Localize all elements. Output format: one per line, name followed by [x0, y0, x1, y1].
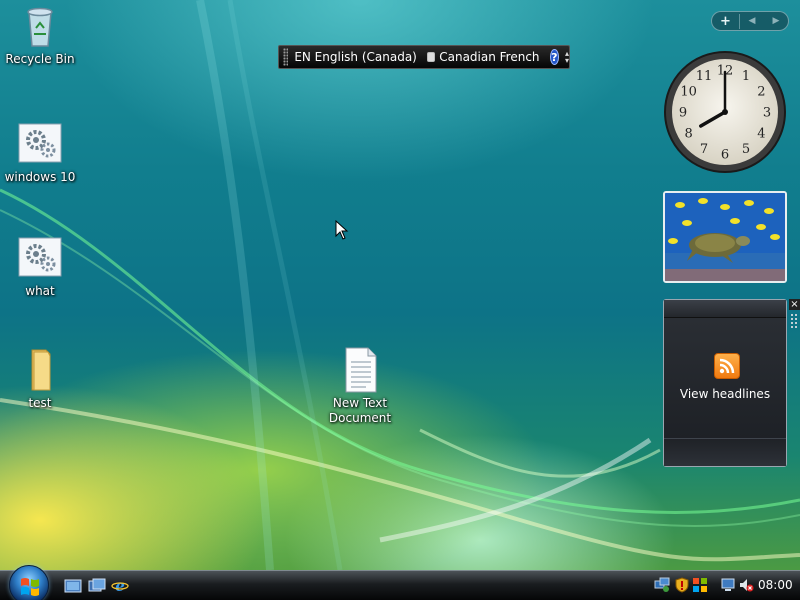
security-shield-icon[interactable] — [674, 577, 690, 593]
mouse-cursor-icon — [335, 220, 349, 240]
volume-muted-icon[interactable] — [738, 577, 754, 593]
feed-header — [664, 300, 786, 318]
desktop-icon-recycle-bin[interactable]: Recycle Bin — [0, 2, 80, 67]
clock-numeral: 2 — [757, 85, 765, 100]
rss-icon — [714, 353, 740, 379]
settings-shortcut-icon — [18, 123, 62, 163]
desktop-icon-label: what — [25, 284, 55, 298]
add-gadget-button[interactable]: + — [712, 13, 740, 29]
clock-numeral: 11 — [696, 69, 713, 84]
desktop[interactable]: Recycle Bin windows 10 what test New Tex… — [0, 0, 800, 570]
language-bar[interactable]: EN English (Canada) Canadian French ? ▴ ▾ — [278, 45, 570, 69]
desktop-icon-label: windows 10 — [4, 170, 76, 184]
clock-numeral: 10 — [680, 85, 697, 100]
recycle-bin-icon — [27, 7, 53, 47]
desktop-icon-test[interactable]: test — [0, 346, 80, 411]
feed-footer — [664, 438, 786, 466]
switch-windows-icon[interactable] — [88, 578, 106, 594]
sea-turtle-photo — [665, 193, 785, 281]
settings-shortcut-icon — [18, 237, 62, 277]
folder-icon — [31, 349, 51, 391]
clock-numeral: 6 — [721, 148, 729, 163]
sidebar-controls: + ◀ ▶ — [711, 11, 789, 31]
network-disconnected-icon[interactable] — [720, 577, 736, 593]
feed-headlines-gadget[interactable]: View headlines — [663, 299, 787, 467]
close-gadget-icon[interactable]: × — [789, 299, 800, 310]
desktop-icon-label: test — [28, 396, 52, 410]
drag-gadget-icon[interactable] — [790, 313, 798, 329]
view-headlines-link[interactable]: View headlines — [664, 387, 786, 401]
taskbar: e 08:00 — [0, 565, 800, 600]
clock-numeral: 4 — [757, 127, 765, 142]
next-gadgets-button[interactable]: ▶ — [764, 16, 788, 26]
system-tray: 08:00 — [648, 571, 800, 600]
internet-explorer-icon[interactable]: e — [111, 578, 129, 594]
taskbar-clock[interactable]: 08:00 — [758, 578, 793, 592]
text-document-icon — [345, 347, 377, 393]
clock-numeral: 9 — [679, 106, 687, 121]
keyboard-icon — [426, 52, 436, 62]
start-button[interactable] — [9, 565, 49, 600]
clock-numeral: 3 — [763, 106, 771, 121]
input-language-button[interactable]: EN English (Canada) — [294, 50, 417, 64]
keyboard-layout-button[interactable]: Canadian French — [439, 50, 539, 64]
desktop-icon-windows-10[interactable]: windows 10 — [0, 120, 80, 185]
clock-numeral: 1 — [742, 69, 750, 84]
drag-grip-icon[interactable] — [283, 48, 289, 66]
previous-gadgets-button[interactable]: ◀ — [740, 16, 764, 26]
desktop-icon-label: New Text Document — [328, 396, 392, 425]
windows-logo-icon — [21, 578, 39, 596]
clock-numeral: 7 — [700, 142, 708, 157]
windows-update-icon[interactable] — [692, 577, 708, 593]
slideshow-gadget[interactable] — [663, 191, 787, 283]
show-desktop-icon[interactable] — [64, 578, 82, 594]
clock-numeral: 8 — [684, 127, 692, 142]
language-bar-options-icon[interactable]: ▴ ▾ — [565, 50, 569, 65]
desktop-icon-what[interactable]: what — [0, 234, 80, 299]
clock-numeral: 5 — [742, 142, 750, 157]
network-icon[interactable] — [654, 577, 670, 593]
clock-gadget[interactable]: 12 1234567891011 — [663, 50, 787, 174]
desktop-icon-label: Recycle Bin — [5, 52, 75, 66]
help-button[interactable]: ? — [549, 49, 559, 65]
desktop-icon-new-text-document[interactable]: New Text Document — [320, 346, 400, 426]
svg-text:e: e — [115, 578, 125, 594]
